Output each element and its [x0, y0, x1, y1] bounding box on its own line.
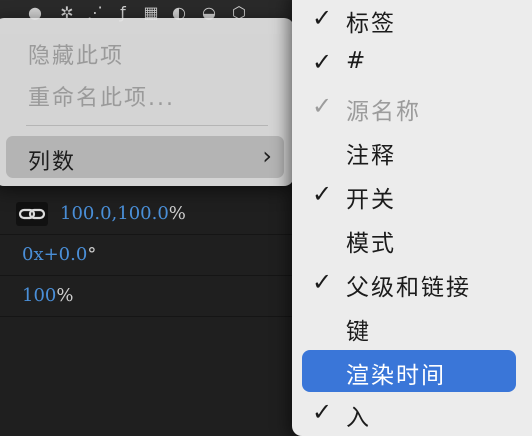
rotation-row: 0x+0.0°	[0, 235, 300, 276]
check-icon: ✓	[312, 180, 333, 208]
submenu-item-text: 模式	[346, 231, 396, 257]
menu-item-rename[interactable]: 重命名此项...	[28, 80, 175, 112]
menu-item-columns-label: 列数	[28, 150, 77, 175]
check-icon: ✓	[312, 92, 333, 120]
submenu-item-text: 源名称	[346, 99, 421, 125]
submenu-item-in[interactable]: ✓ 入	[292, 394, 532, 432]
opacity-row: 100%	[0, 276, 300, 317]
submenu-item-text: 开关	[346, 187, 396, 213]
submenu-item-keys[interactable]: 键	[292, 308, 532, 346]
submenu-item-parent-link[interactable]: ✓ 父级和链接	[292, 264, 532, 302]
submenu-item-switches[interactable]: ✓ 开关	[292, 176, 532, 214]
submenu-item-text: #	[346, 48, 368, 74]
submenu-item-text: 入	[346, 405, 371, 431]
submenu-item-label[interactable]: ✓ 标签	[292, 0, 532, 38]
submenu-item-source-name: ✓ 源名称	[292, 88, 532, 126]
menu-item-columns[interactable]: 列数 ›	[6, 136, 284, 178]
submenu-item-text: 渲染时间	[346, 363, 446, 389]
submenu-item-text: 标签	[346, 11, 396, 37]
context-menu: 隐藏此项 重命名此项... 列数 ›	[0, 18, 294, 186]
scale-value[interactable]: 100.0,100.0%	[60, 203, 186, 224]
check-icon: ✓	[312, 268, 333, 296]
check-icon: ✓	[312, 48, 333, 76]
check-icon: ✓	[312, 398, 333, 426]
submenu-item-number[interactable]: ✓ #	[292, 44, 532, 82]
submenu-item-comment[interactable]: 注释	[292, 132, 532, 170]
check-icon: ✓	[312, 4, 333, 32]
submenu-item-render-time[interactable]: 渲染时间	[302, 350, 516, 392]
columns-submenu: ✓ 标签 ✓ # ✓ 源名称 注释 ✓ 开关 模式 ✓ 父级和链接 键 渲染时间…	[292, 0, 532, 436]
menu-separator	[26, 125, 268, 126]
opacity-value[interactable]: 100%	[22, 285, 73, 306]
submenu-item-text: 键	[346, 319, 371, 345]
scale-row: 100.0,100.0%	[0, 194, 300, 235]
link-icon[interactable]	[16, 202, 48, 226]
chevron-right-icon: ›	[262, 142, 272, 170]
menu-item-hide[interactable]: 隐藏此项	[28, 38, 124, 70]
submenu-item-text: 父级和链接	[346, 275, 471, 301]
rotation-value[interactable]: 0x+0.0°	[22, 244, 96, 265]
submenu-item-text: 注释	[346, 143, 396, 169]
submenu-item-mode[interactable]: 模式	[292, 220, 532, 258]
